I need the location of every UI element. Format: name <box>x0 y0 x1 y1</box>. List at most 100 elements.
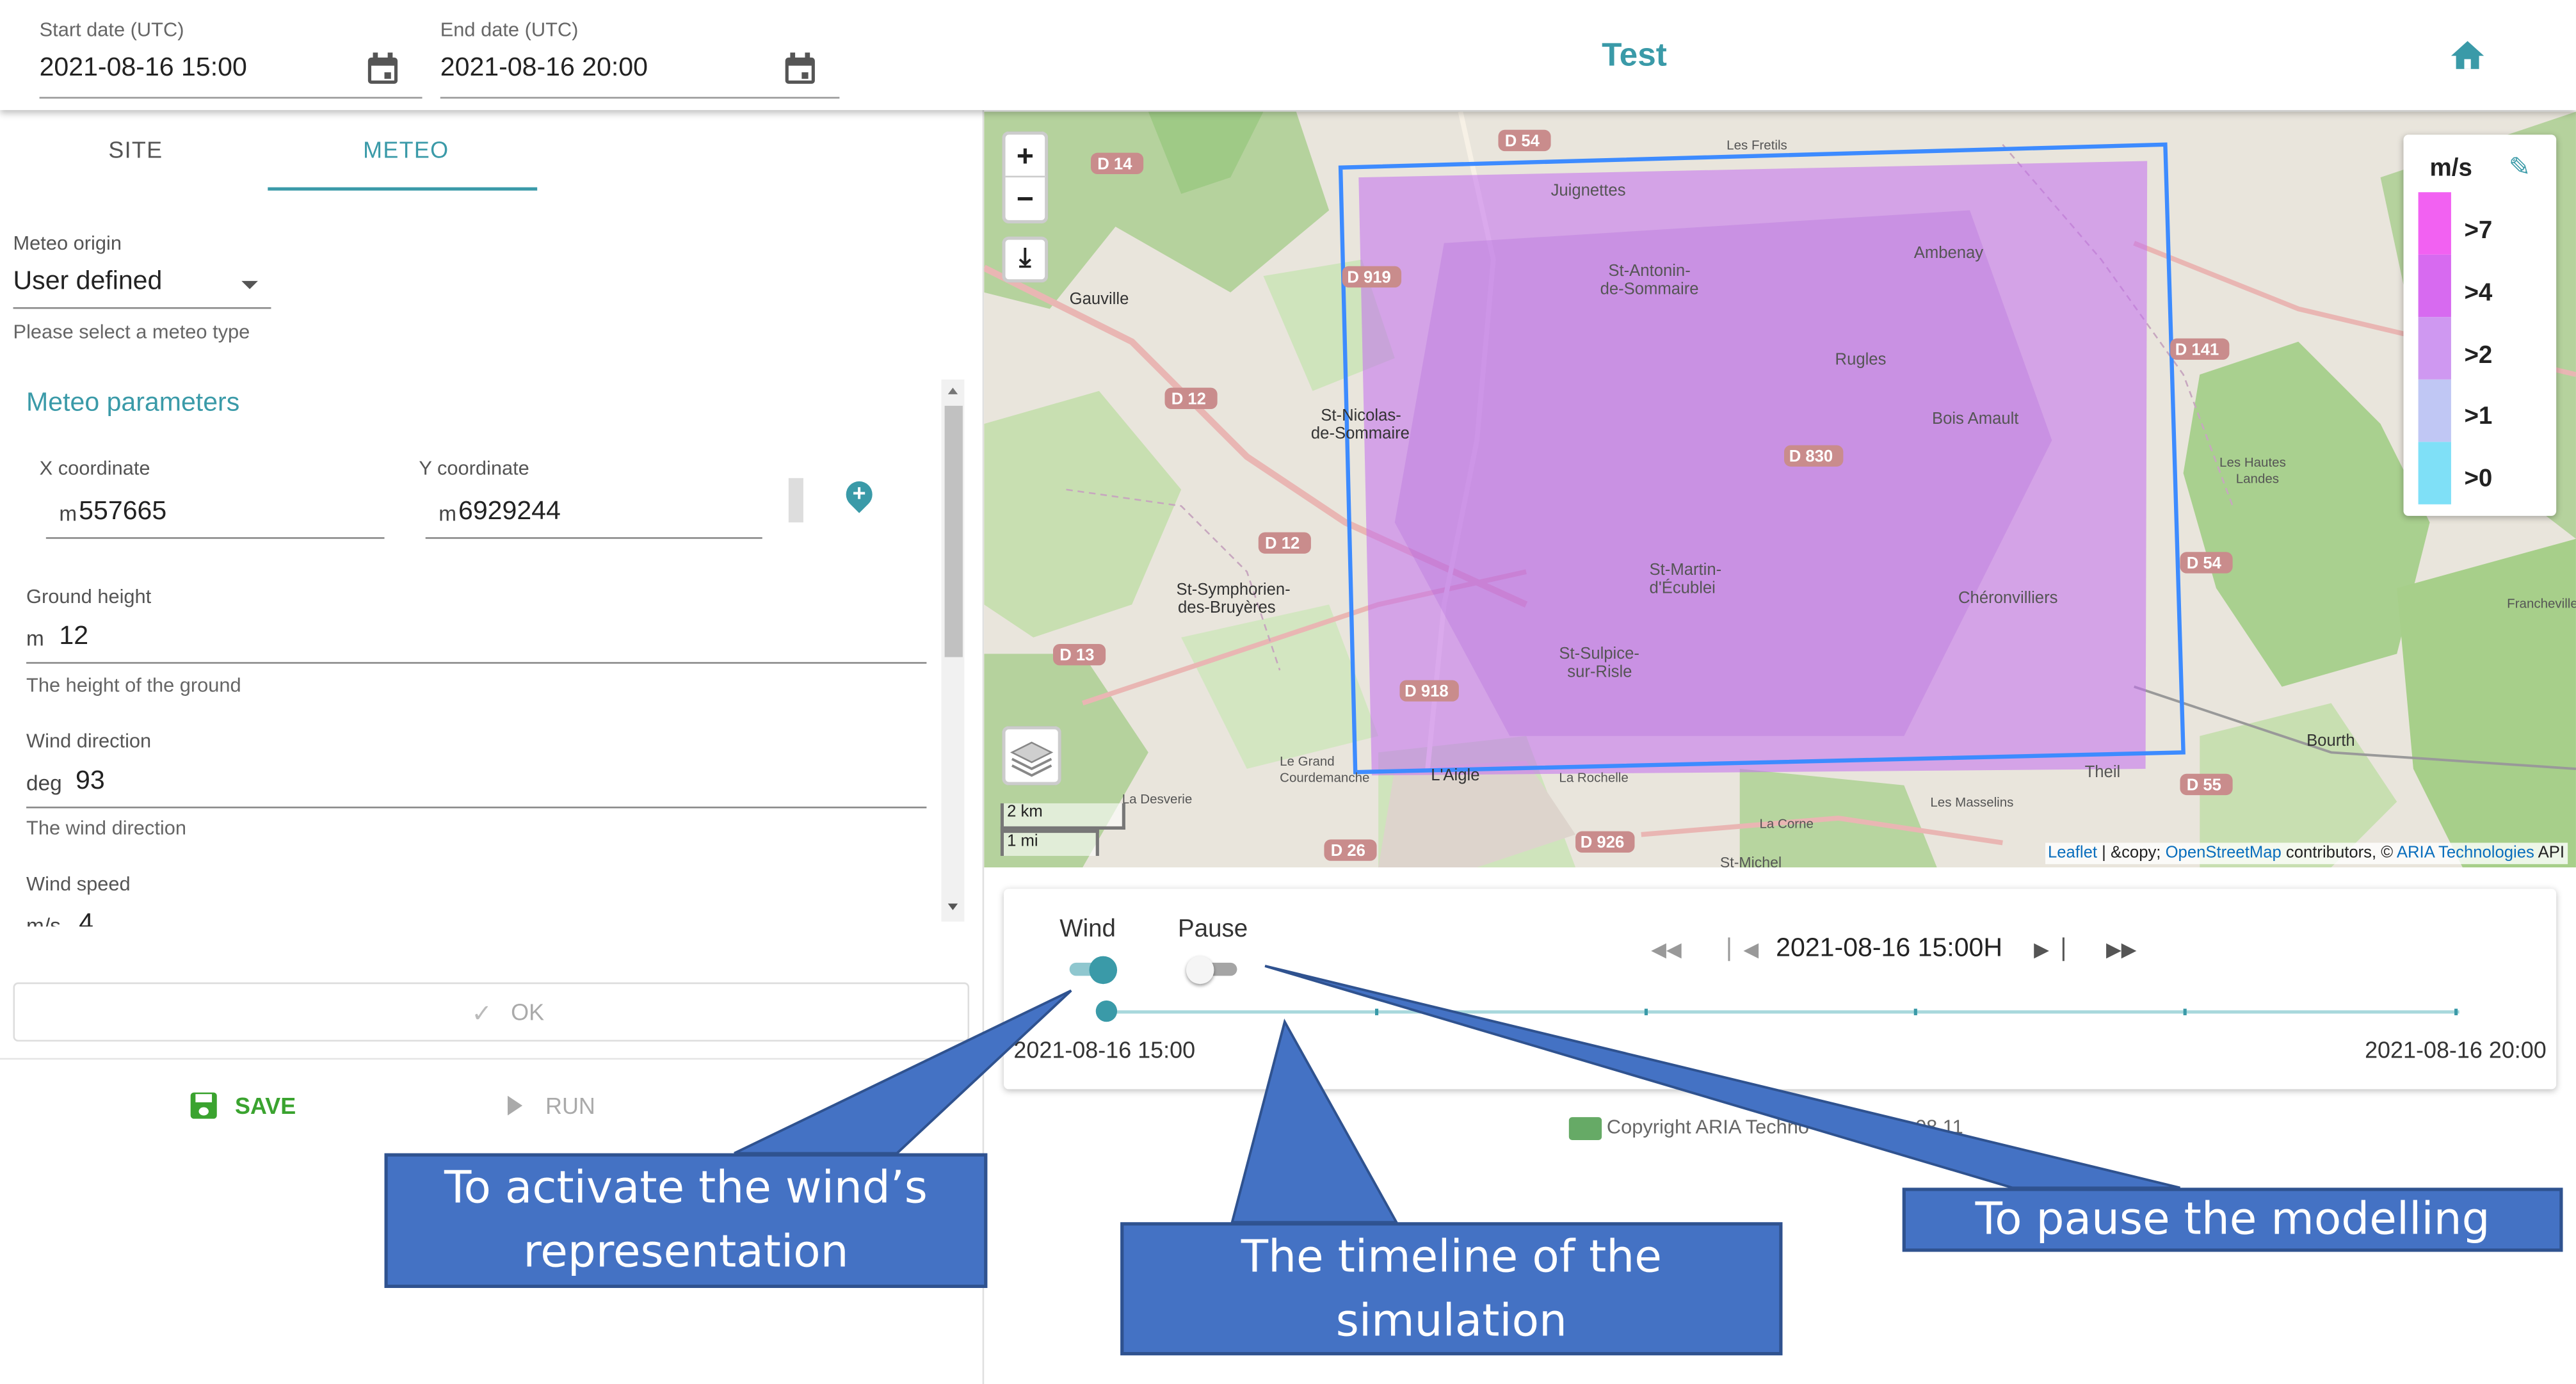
end-date-field[interactable]: End date (UTC) 2021-08-16 20:00 <box>440 13 840 99</box>
svg-text:St-Nicolas-: St-Nicolas- <box>1321 406 1401 424</box>
map-tiles: D 14 D 54 D 919 D 12 D 141 D 830 D 12 D … <box>984 111 2576 868</box>
svg-text:D 830: D 830 <box>1789 447 1833 465</box>
y-coordinate-label: Y coordinate <box>419 456 529 480</box>
timeline-card: Wind Pause ◀◀ ▏◀ 2021-08-16 15:00H ▶▕ ▶▶… <box>1004 889 2557 1090</box>
chevron-down-icon[interactable] <box>241 280 258 289</box>
play-icon <box>507 1095 523 1116</box>
svg-text:de-Sommaire: de-Sommaire <box>1311 424 1410 442</box>
osm-link[interactable]: OpenStreetMap <box>2166 844 2282 862</box>
scale-mi: 1 mi <box>1000 829 1099 857</box>
scrollbar-thumb[interactable] <box>944 405 963 657</box>
zoom-out-button[interactable]: − <box>1006 177 1045 220</box>
check-icon: ✓ <box>471 1000 492 1029</box>
svg-text:L'Aigle: L'Aigle <box>1431 766 1479 784</box>
legend-swatch <box>2418 379 2451 442</box>
svg-text:Les Hautes: Les Hautes <box>2219 455 2286 470</box>
svg-text:D 926: D 926 <box>1581 833 1624 851</box>
svg-text:La Rochelle: La Rochelle <box>1559 771 1628 785</box>
timeline-tick <box>2183 1008 2187 1015</box>
pause-toggle-knob[interactable] <box>1186 956 1214 985</box>
wind-speed-input[interactable]: 4 <box>79 910 93 927</box>
svg-text:des-Bruyères: des-Bruyères <box>1178 599 1276 616</box>
svg-text:Les Masselins: Les Masselins <box>1930 795 2013 810</box>
leaflet-link[interactable]: Leaflet <box>2048 844 2097 862</box>
start-date-field[interactable]: Start date (UTC) 2021-08-16 15:00 <box>39 13 423 99</box>
download-icon[interactable]: ⤓ <box>1002 236 1049 283</box>
wind-direction-input[interactable]: 93 <box>76 767 105 796</box>
svg-text:St-Michel: St-Michel <box>1720 854 1782 867</box>
input-underline <box>26 807 927 809</box>
scroll-up-arrow-icon[interactable] <box>947 387 958 394</box>
end-date-value[interactable]: 2021-08-16 20:00 <box>440 54 648 84</box>
svg-text:D 54: D 54 <box>2187 554 2222 572</box>
svg-text:D 141: D 141 <box>2175 341 2219 358</box>
svg-text:Le Grand: Le Grand <box>1280 754 1335 769</box>
calendar-icon[interactable] <box>366 52 399 85</box>
svg-text:La Desverie: La Desverie <box>1122 792 1192 807</box>
svg-text:Ambenay: Ambenay <box>1914 244 1984 262</box>
callout-timeline: The timeline of the simulation <box>1120 1222 1783 1356</box>
ground-height-label: Ground height <box>26 584 152 608</box>
aria-link[interactable]: ARIA Technologies <box>2397 844 2534 862</box>
callout-wind: To activate the wind’s representation <box>384 1153 988 1288</box>
meteo-origin-label: Meteo origin <box>13 231 122 255</box>
legend-item: >2 <box>2464 341 2493 370</box>
svg-text:Gauville: Gauville <box>1070 290 1129 308</box>
svg-text:D 12: D 12 <box>1265 535 1300 552</box>
tab-site[interactable]: SITE <box>108 136 163 163</box>
select-underline <box>13 307 271 309</box>
skip-next-icon[interactable]: ▶▕ <box>2034 938 2064 961</box>
svg-text:D 919: D 919 <box>1347 268 1390 286</box>
timeline-track[interactable] <box>1106 1010 2459 1014</box>
svg-text:Francheville: Francheville <box>2507 597 2576 611</box>
home-icon[interactable] <box>2451 41 2484 70</box>
add-location-pin-icon[interactable]: + <box>841 476 878 514</box>
skip-previous-icon[interactable]: ▏◀ <box>1728 938 1759 961</box>
map-view[interactable]: D 14 D 54 D 919 D 12 D 141 D 830 D 12 D … <box>984 111 2576 868</box>
scale-km: 2 km <box>1000 803 1125 830</box>
timeline-tick <box>1374 1008 1379 1015</box>
legend-swatch <box>2418 442 2451 504</box>
map-legend: m/s ✎ >7 >4 >2 >1 >0 <box>2403 134 2557 516</box>
svg-text:Rugles: Rugles <box>1835 351 1887 369</box>
save-icon <box>190 1092 217 1119</box>
wind-speed-label: Wind speed <box>26 872 131 896</box>
meteo-origin-helper: Please select a meteo type <box>13 320 250 344</box>
map-scale: 2 km 1 mi <box>1000 803 1125 857</box>
layers-icon[interactable] <box>1002 726 1061 785</box>
ok-button[interactable]: ✓ OK <box>13 982 970 1042</box>
start-date-value[interactable]: 2021-08-16 15:00 <box>40 54 247 84</box>
legend-unit: m/s <box>2429 154 2472 182</box>
start-date-label: Start date (UTC) <box>39 18 184 42</box>
x-coordinate-input[interactable]: 557665 <box>79 498 166 527</box>
map-attribution: Leaflet | &copy; OpenStreetMap contribut… <box>2044 842 2568 864</box>
pause-toggle-label: Pause <box>1178 915 1248 944</box>
meteo-origin-select[interactable]: User defined <box>13 268 163 297</box>
scroll-down-arrow-icon[interactable] <box>947 903 958 910</box>
legend-swatch <box>2418 254 2451 318</box>
wind-toggle-label: Wind <box>1059 915 1116 944</box>
calendar-icon[interactable] <box>784 52 816 85</box>
ground-height-input[interactable]: 12 <box>59 623 88 652</box>
svg-text:Theil: Theil <box>2085 763 2121 781</box>
aria-logo-icon <box>1568 1116 1602 1140</box>
zoom-in-button[interactable]: + <box>1005 134 1045 178</box>
timeline-thumb[interactable] <box>1095 1000 1118 1022</box>
fast-forward-icon[interactable]: ▶▶ <box>2106 938 2136 961</box>
fast-rewind-icon[interactable]: ◀◀ <box>1651 938 1681 961</box>
pencil-icon[interactable]: ✎ <box>2509 151 2531 184</box>
svg-text:Bourth: Bourth <box>2306 732 2355 750</box>
timeline-tick <box>2454 1008 2458 1015</box>
ok-button-label: OK <box>511 999 545 1026</box>
tab-meteo[interactable]: METEO <box>363 136 449 163</box>
svg-text:St-Martin-: St-Martin- <box>1650 561 1722 579</box>
svg-text:Juignettes: Juignettes <box>1551 181 1626 199</box>
svg-text:St-Symphorien-: St-Symphorien- <box>1176 581 1290 599</box>
wind-direction-label: Wind direction <box>26 729 152 753</box>
wind-toggle-knob[interactable] <box>1089 956 1118 985</box>
svg-text:Landes: Landes <box>2236 471 2279 486</box>
y-coordinate-input[interactable]: 6929244 <box>458 498 561 527</box>
divider <box>0 1058 983 1060</box>
meteo-parameters-scroll-area[interactable]: Meteo parameters X coordinate m 557665 Y… <box>0 380 969 927</box>
svg-text:D 14: D 14 <box>1097 155 1132 173</box>
